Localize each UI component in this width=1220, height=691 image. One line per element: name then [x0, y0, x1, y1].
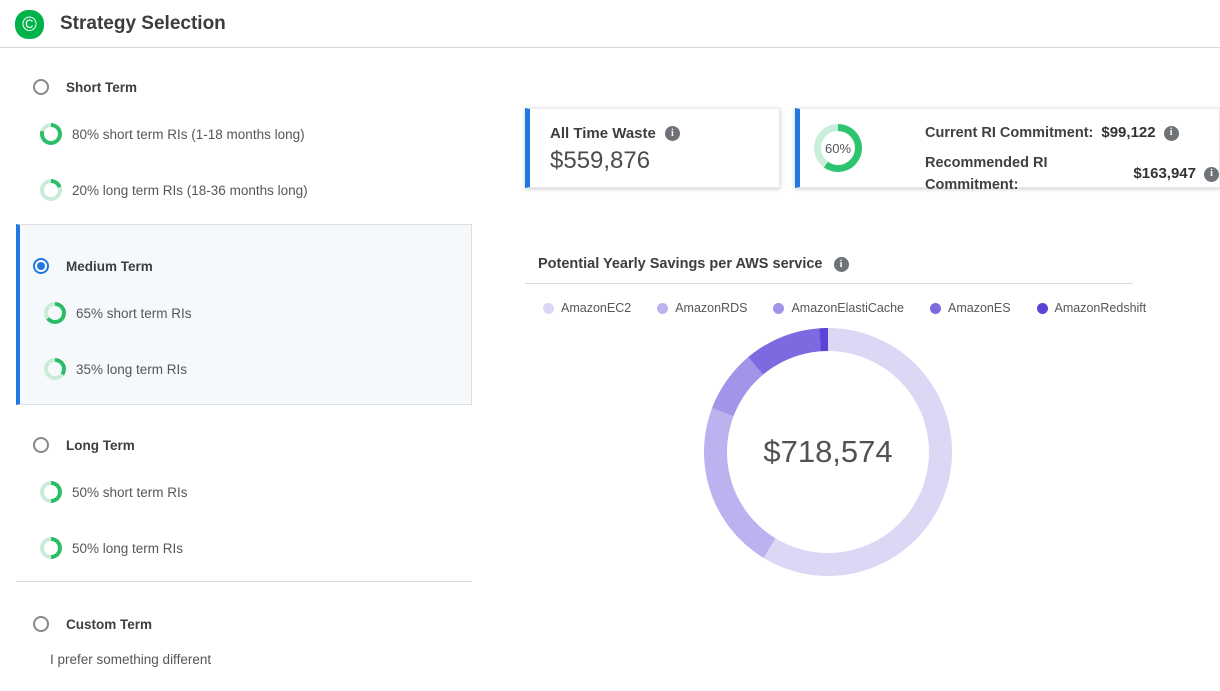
recommended-commitment-value: $163,947: [1133, 163, 1196, 185]
info-icon[interactable]: [834, 257, 849, 272]
legend-item-amazonrds[interactable]: AmazonRDS: [657, 301, 747, 315]
strategy-label: Long Term: [66, 438, 135, 453]
all-time-waste-card: All Time Waste $559,876: [525, 108, 780, 188]
legend-item-amazones[interactable]: AmazonES: [930, 301, 1011, 315]
legend-dot-icon: [657, 303, 668, 314]
ri-commitment-card: 60% Current RI Commitment: $99,122 Recom…: [795, 108, 1220, 188]
current-commitment-row: Current RI Commitment: $99,122: [925, 122, 1219, 144]
donut-total-value: $718,574: [704, 328, 952, 576]
strategy-custom-term[interactable]: Custom Term: [33, 616, 152, 632]
current-commitment-value: $99,122: [1101, 122, 1155, 144]
ratio-donut-icon: [40, 537, 62, 559]
legend-item-amazonredshift[interactable]: AmazonRedshift: [1037, 301, 1147, 315]
option-label: 35% long term RIs: [76, 362, 187, 377]
section-divider: [16, 581, 472, 582]
option-row: 80% short term RIs (1-18 months long): [40, 123, 305, 145]
legend-dot-icon: [930, 303, 941, 314]
strategy-label: Medium Term: [66, 259, 153, 274]
option-row: 20% long term RIs (18-36 months long): [40, 179, 308, 201]
option-row: 65% short term RIs: [44, 302, 192, 324]
savings-donut-chart[interactable]: $718,574: [704, 328, 952, 576]
legend-dot-icon: [1037, 303, 1048, 314]
custom-term-description: I prefer something different: [50, 652, 211, 667]
current-commitment-label: Current RI Commitment:: [925, 122, 1093, 144]
legend-item-amazonelasticache[interactable]: AmazonElastiCache: [773, 301, 904, 315]
page-title: Strategy Selection: [60, 0, 226, 48]
waste-card-title: All Time Waste: [550, 125, 656, 142]
ratio-donut-icon: [40, 123, 62, 145]
chart-title: Potential Yearly Savings per AWS service: [538, 256, 823, 272]
info-icon[interactable]: [1204, 167, 1219, 182]
recommended-commitment-row: Recommended RI Commitment: $163,947: [925, 152, 1219, 196]
waste-card-value: $559,876: [550, 147, 650, 175]
strategy-medium-term[interactable]: Medium Term: [33, 258, 153, 274]
option-row: 50% short term RIs: [40, 481, 188, 503]
ratio-donut-icon: [44, 302, 66, 324]
strategy-medium-term-panel: Medium Term 65% short term RIs 35% long …: [16, 224, 472, 405]
option-row: 35% long term RIs: [44, 358, 187, 380]
legend-dot-icon: [543, 303, 554, 314]
ratio-donut-icon: [44, 358, 66, 380]
brand-logo-icon: [15, 10, 44, 39]
option-label: 20% long term RIs (18-36 months long): [72, 183, 308, 198]
strategy-selection-page: Strategy Selection Short Term 80% short …: [0, 0, 1220, 691]
radio-custom-term[interactable]: [33, 616, 49, 632]
radio-medium-term[interactable]: [33, 258, 49, 274]
strategy-short-term[interactable]: Short Term: [33, 79, 137, 95]
chart-divider: [525, 283, 1133, 284]
strategy-label: Short Term: [66, 80, 137, 95]
gauge-percent-label: 60%: [814, 124, 862, 172]
page-header: Strategy Selection: [0, 0, 1220, 48]
option-label: 80% short term RIs (1-18 months long): [72, 127, 305, 142]
chart-legend: AmazonEC2 AmazonRDS AmazonElastiCache Am…: [543, 301, 1146, 315]
option-label: 65% short term RIs: [76, 306, 192, 321]
strategy-long-term[interactable]: Long Term: [33, 437, 135, 453]
radio-long-term[interactable]: [33, 437, 49, 453]
radio-short-term[interactable]: [33, 79, 49, 95]
option-label: 50% long term RIs: [72, 541, 183, 556]
legend-dot-icon: [773, 303, 784, 314]
chart-title-row: Potential Yearly Savings per AWS service: [538, 256, 849, 272]
option-label: 50% short term RIs: [72, 485, 188, 500]
legend-item-amazonec2[interactable]: AmazonEC2: [543, 301, 631, 315]
option-row: 50% long term RIs: [40, 537, 183, 559]
recommended-commitment-label: Recommended RI Commitment:: [925, 152, 1125, 196]
ratio-donut-icon: [40, 179, 62, 201]
info-icon[interactable]: [1164, 126, 1179, 141]
commitment-gauge: 60%: [814, 124, 862, 172]
info-icon[interactable]: [665, 126, 680, 141]
strategy-label: Custom Term: [66, 617, 152, 632]
ratio-donut-icon: [40, 481, 62, 503]
